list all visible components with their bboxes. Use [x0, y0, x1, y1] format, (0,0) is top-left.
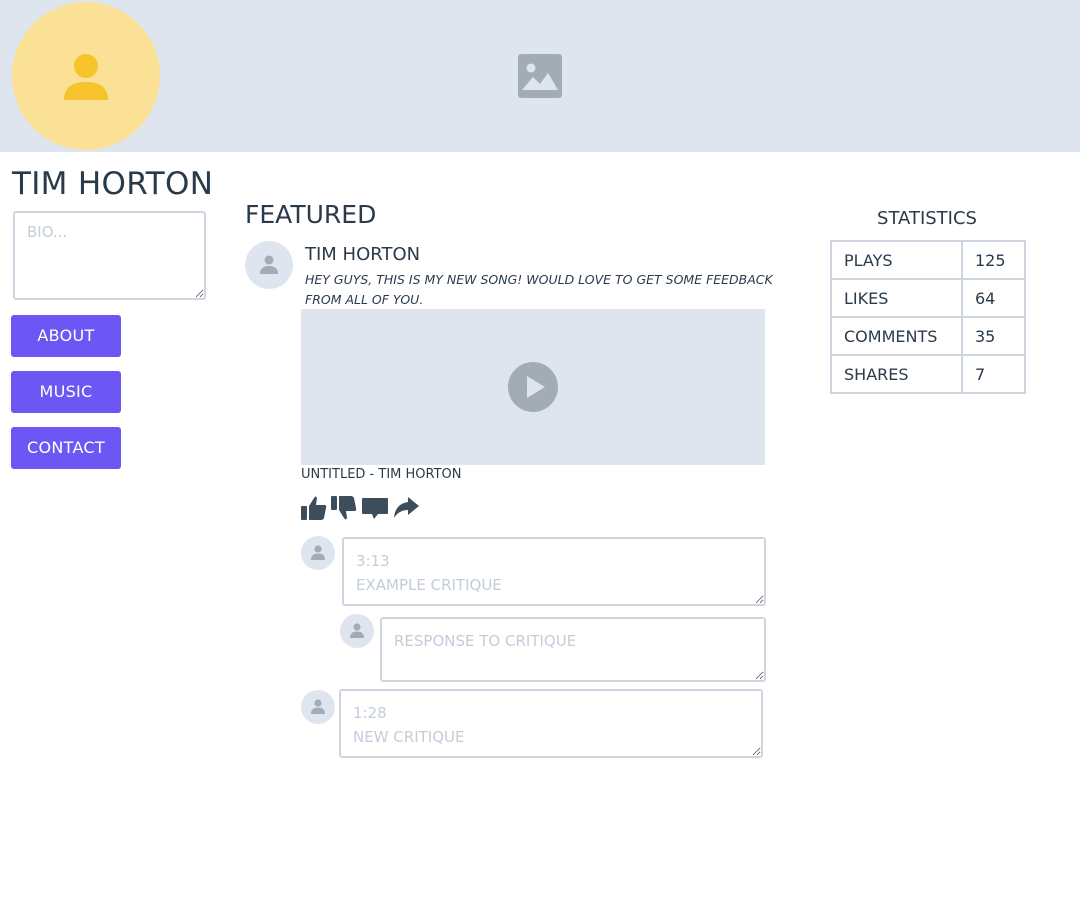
profile-name: TIM HORTON: [12, 166, 214, 202]
user-icon: [311, 545, 325, 560]
new-critique-avatar[interactable]: [301, 690, 335, 724]
video-player[interactable]: [301, 309, 765, 465]
contact-button[interactable]: CONTACT: [11, 427, 121, 469]
stat-label: PLAYS: [830, 240, 963, 280]
music-button[interactable]: MUSIC: [11, 371, 121, 413]
statistics-table: PLAYS 125 LIKES 64 COMMENTS 35 SHARES 7: [830, 240, 1026, 394]
user-icon: [260, 255, 278, 274]
user-icon: [311, 699, 325, 714]
response-avatar[interactable]: [340, 614, 374, 648]
share-icon[interactable]: [392, 494, 420, 522]
new-critique-field[interactable]: [339, 689, 763, 758]
stat-value: 35: [961, 316, 1026, 356]
user-icon: [64, 54, 108, 100]
thumbs-up-icon[interactable]: [300, 494, 328, 522]
about-button[interactable]: ABOUT: [11, 315, 121, 357]
track-title: UNTITLED - TIM HORTON: [301, 467, 462, 482]
table-row: PLAYS 125: [830, 240, 1026, 280]
stat-value: 7: [961, 354, 1026, 394]
play-button[interactable]: [508, 362, 558, 412]
critique-field[interactable]: [342, 537, 766, 606]
featured-heading: FEATURED: [245, 200, 377, 229]
thumbs-down-icon[interactable]: [330, 494, 358, 522]
bio-input[interactable]: [13, 211, 206, 300]
statistics-title: STATISTICS: [877, 208, 977, 229]
image-placeholder-icon[interactable]: [518, 54, 562, 98]
response-field[interactable]: [380, 617, 766, 682]
comment-icon[interactable]: [361, 494, 389, 522]
post-avatar[interactable]: [245, 241, 293, 289]
play-icon: [527, 376, 545, 398]
stat-value: 64: [961, 278, 1026, 318]
stat-label: LIKES: [830, 278, 963, 318]
post-text: HEY GUYS, THIS IS MY NEW SONG! WOULD LOV…: [305, 272, 773, 307]
profile-avatar[interactable]: [12, 2, 160, 150]
user-icon: [350, 623, 364, 638]
critique-avatar[interactable]: [301, 536, 335, 570]
table-row: LIKES 64: [830, 278, 1026, 318]
profile-banner: [0, 0, 1080, 152]
stat-label: COMMENTS: [830, 316, 963, 356]
post-author: TIM HORTON: [305, 244, 421, 265]
table-row: COMMENTS 35: [830, 316, 1026, 356]
table-row: SHARES 7: [830, 354, 1026, 394]
stat-value: 125: [961, 240, 1026, 280]
stat-label: SHARES: [830, 354, 963, 394]
